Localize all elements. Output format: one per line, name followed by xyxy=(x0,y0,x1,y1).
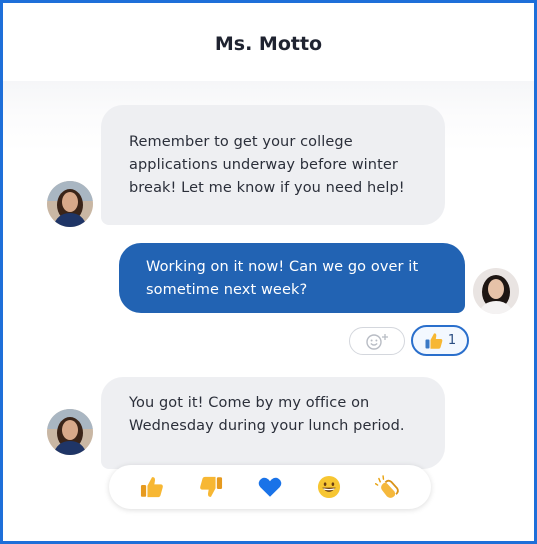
thumbs-up-icon xyxy=(139,474,165,500)
teacher-avatar xyxy=(47,409,93,455)
blue-heart-icon xyxy=(257,474,283,500)
grinning-face-icon xyxy=(316,474,342,500)
contact-name: Ms. Motto xyxy=(214,33,323,55)
react-thumbs-up-button[interactable] xyxy=(137,472,167,502)
chat-header: Ms. Motto xyxy=(3,3,534,81)
message-bubble-2: Working on it now! Can we go over it som… xyxy=(119,243,465,313)
thumbs-up-icon xyxy=(424,331,444,351)
thumbs-down-icon xyxy=(198,474,224,500)
smiley-add-icon xyxy=(362,332,392,350)
message-line: sometime next week? xyxy=(146,282,308,298)
message-line: Wednesday during your lunch period. xyxy=(129,418,405,434)
student-avatar xyxy=(473,268,519,314)
react-clap-button[interactable] xyxy=(373,472,403,502)
react-heart-button[interactable] xyxy=(255,472,285,502)
message-line: Remember to get your college xyxy=(129,134,353,150)
reaction-count: 1 xyxy=(447,333,457,348)
react-thumbs-down-button[interactable] xyxy=(196,472,226,502)
message-bubble-3: You got it! Come by my office on Wednesd… xyxy=(101,377,445,469)
message-line: break! Let me know if you need help! xyxy=(129,180,405,196)
message-bubble-1: Remember to get your college application… xyxy=(101,105,445,225)
add-reaction-button[interactable] xyxy=(349,327,405,355)
teacher-avatar xyxy=(47,181,93,227)
react-grin-button[interactable] xyxy=(314,472,344,502)
message-line: Working on it now! Can we go over it xyxy=(146,259,419,275)
message-line: applications underway before winter xyxy=(129,157,398,173)
reaction-picker xyxy=(109,465,431,509)
thumbs-up-reaction-count[interactable]: 1 xyxy=(411,325,469,356)
chat-window: Ms. Motto Remember to get your college a… xyxy=(0,0,537,544)
clapping-hands-icon xyxy=(374,474,401,500)
message-line: You got it! Come by my office on xyxy=(129,395,370,411)
